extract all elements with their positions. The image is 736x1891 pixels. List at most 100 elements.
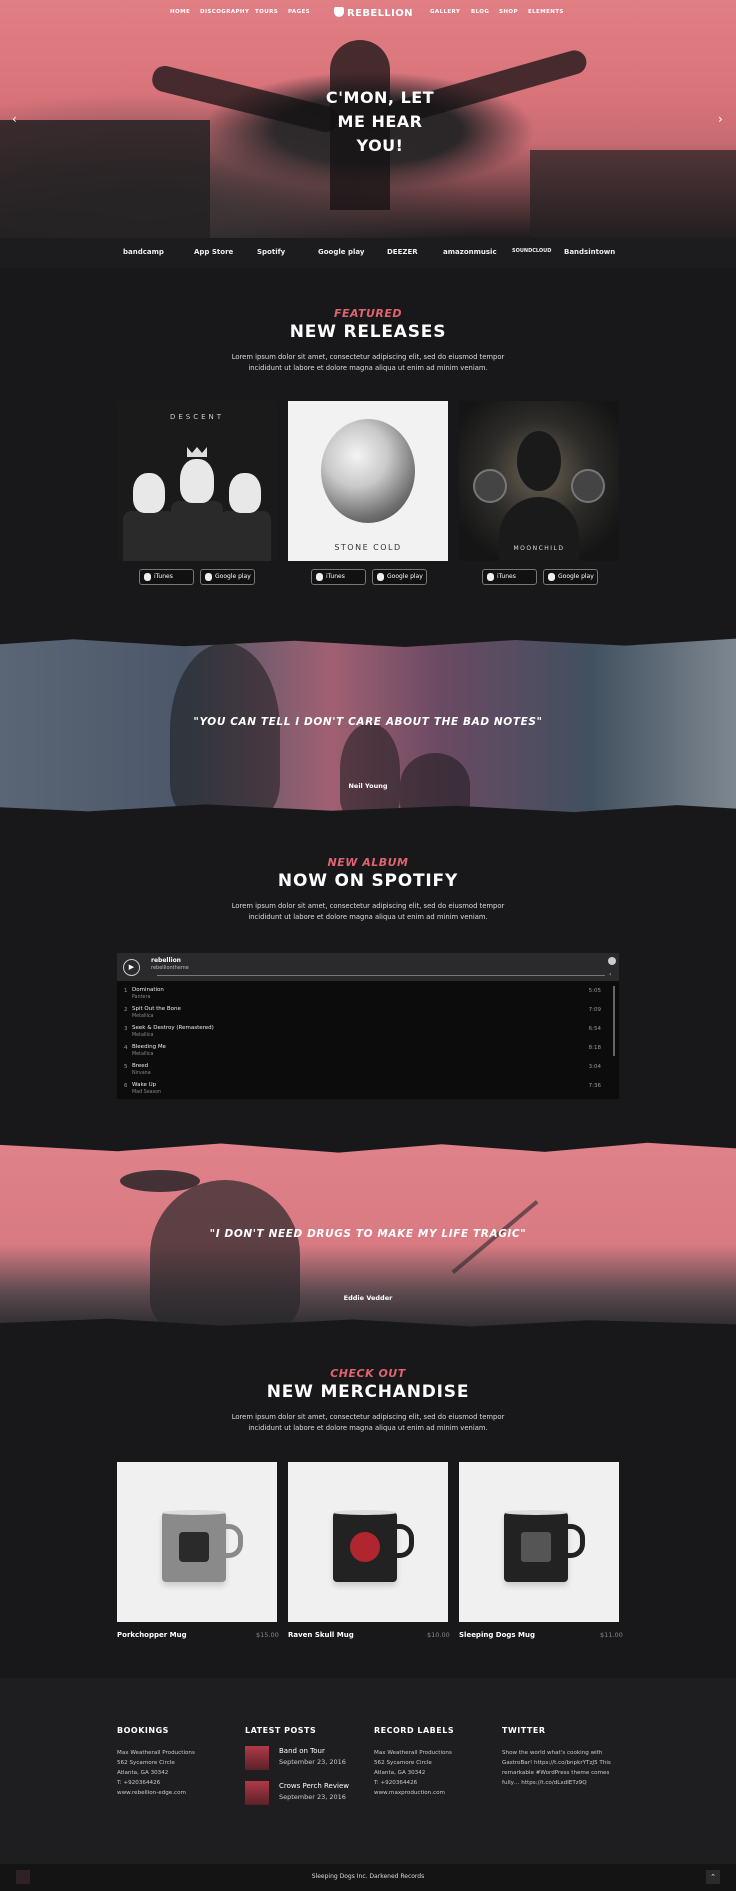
nav-blog[interactable]: BLOG	[471, 9, 489, 15]
tweet-line[interactable]: fully… https://t.co/dLxdlETz9Q	[502, 1778, 611, 1788]
itunes-button[interactable]: iTunes	[139, 569, 194, 585]
track-title: Breed	[132, 1063, 149, 1069]
itunes-button[interactable]: iTunes	[311, 569, 366, 585]
track-number: 1	[124, 988, 128, 994]
product-price: $10.00	[427, 1631, 450, 1639]
streaming-partners-bar: bandcamp App Store Spotify Google play D…	[0, 238, 736, 268]
hat-silhouette	[120, 1170, 200, 1192]
top-navigation: HOME DISCOGRAPHY TOURS PAGES REBELLION G…	[0, 6, 736, 20]
bandsintown-logo[interactable]: Bandsintown	[564, 248, 615, 256]
merch-description-line: incididunt ut labore et dolore magna ali…	[248, 1424, 488, 1432]
bandcamp-logo[interactable]: bandcamp	[123, 248, 164, 256]
back-to-top-icon[interactable]: ⌃	[706, 1870, 720, 1884]
footer-labels-text: Max Weatherall Productions 562 Sycamore …	[374, 1748, 452, 1798]
album-cover-descent[interactable]: DESCENT	[117, 401, 277, 561]
copyright-text: Sleeping Dogs Inc. Darkened Records	[311, 1873, 425, 1880]
post-date: September 23, 2016	[279, 1793, 346, 1801]
slider-next-arrow-icon[interactable]: ›	[718, 112, 723, 126]
product-price: $15.00	[256, 1631, 279, 1639]
play-icon[interactable]: ▶	[123, 959, 140, 976]
mug-handle	[221, 1524, 243, 1558]
itunes-label: iTunes	[326, 573, 345, 580]
crown-icon	[187, 447, 207, 457]
google-play-button[interactable]: Google play	[200, 569, 255, 585]
album-cover-stone-cold[interactable]: STONE COLD	[288, 401, 448, 561]
sphere-art	[321, 419, 415, 523]
track-title: Wake Up	[132, 1082, 157, 1088]
track-row[interactable]: 1 Domination Pantera 5:05	[117, 985, 611, 1005]
track-title: Domination	[132, 987, 164, 993]
nav-home[interactable]: HOME	[170, 9, 190, 15]
progress-bar[interactable]	[157, 975, 605, 976]
track-row[interactable]: 2 Spit Out the Bone Metallica 7:09	[117, 1004, 611, 1024]
post-date: September 23, 2016	[279, 1758, 346, 1766]
post-title[interactable]: Crows Perch Review	[279, 1782, 349, 1790]
amazon-music-logo[interactable]: amazonmusic	[443, 248, 497, 256]
album-cover-text: MOONCHILD	[513, 545, 565, 552]
google-play-label: Google play	[558, 573, 594, 580]
deezer-logo[interactable]: DEEZER	[387, 248, 418, 256]
portrait-head	[517, 431, 561, 491]
track-title: Spit Out the Bone	[132, 1006, 181, 1012]
share-icon[interactable]: ‹	[609, 971, 611, 978]
footer-link[interactable]: www.rebellion-edge.com	[117, 1788, 195, 1798]
footer-link[interactable]: www.maxproduction.com	[374, 1788, 452, 1798]
skull-art-icon	[229, 473, 261, 513]
hero-crowd-right	[530, 150, 736, 238]
google-play-button[interactable]: Google play	[543, 569, 598, 585]
site-logo[interactable]: REBELLION	[334, 7, 413, 19]
nav-shop[interactable]: SHOP	[499, 9, 518, 15]
itunes-label: iTunes	[497, 573, 516, 580]
slider-prev-arrow-icon[interactable]: ‹	[12, 112, 17, 126]
track-artist: Metallica	[132, 1052, 154, 1057]
merch-kicker: CHECK OUT	[330, 1367, 406, 1380]
product-image-raven-skull-mug[interactable]	[288, 1462, 448, 1622]
track-number: 3	[124, 1026, 128, 1032]
track-row[interactable]: 3 Seek & Destroy (Remastered) Metallica …	[117, 1023, 611, 1043]
quote-text: "I DON'T NEED DRUGS TO MAKE MY LIFE TRAG…	[209, 1228, 527, 1240]
track-row[interactable]: 5 Breed Nirvana 3:04	[117, 1061, 611, 1081]
product-name[interactable]: Porkchopper Mug	[117, 1631, 187, 1639]
google-play-label: Google play	[215, 573, 251, 580]
playlist-name: rebellion	[151, 957, 181, 964]
track-number: 6	[124, 1083, 128, 1089]
album-cover-moonchild[interactable]: MOONCHILD	[459, 401, 619, 561]
nav-pages[interactable]: PAGES	[288, 9, 310, 15]
google-play-button[interactable]: Google play	[372, 569, 427, 585]
spotify-icon[interactable]	[608, 957, 616, 965]
product-image-porkchopper-mug[interactable]	[117, 1462, 277, 1622]
nav-tours[interactable]: TOURS	[255, 9, 278, 15]
footer-line: Max Weatherall Productions	[374, 1750, 452, 1756]
nav-elements[interactable]: ELEMENTS	[528, 9, 564, 15]
post-thumbnail[interactable]	[245, 1781, 269, 1805]
mug-rim	[504, 1510, 568, 1515]
post-title[interactable]: Band on Tour	[279, 1747, 325, 1755]
spotify-title: NOW ON SPOTIFY	[277, 871, 459, 891]
product-name[interactable]: Raven Skull Mug	[288, 1631, 354, 1639]
post-thumbnail[interactable]	[245, 1746, 269, 1770]
site-footer: BOOKINGS Max Weatherall Productions 562 …	[0, 1678, 736, 1864]
tweet-line[interactable]: GastroBar! https://t.co/bnpkrYTzJ5 This	[502, 1758, 611, 1768]
mug-handle	[392, 1524, 414, 1558]
hero-title-line: ME HEAR	[337, 112, 423, 131]
tracklist-scrollbar[interactable]	[613, 986, 615, 1056]
product-name[interactable]: Sleeping Dogs Mug	[459, 1631, 535, 1639]
raven-skull-emblem-icon	[350, 1532, 380, 1562]
soundcloud-logo[interactable]: SOUNDCLOUD	[512, 248, 551, 254]
releases-description-line: incididunt ut labore et dolore magna ali…	[248, 364, 488, 372]
itunes-button[interactable]: iTunes	[482, 569, 537, 585]
guitarist-silhouette	[170, 643, 280, 817]
google-play-logo[interactable]: Google play	[318, 248, 364, 256]
nav-discography[interactable]: DISCOGRAPHY	[200, 9, 249, 15]
product-image-sleeping-dogs-mug[interactable]	[459, 1462, 619, 1622]
nav-gallery[interactable]: GALLERY	[430, 9, 460, 15]
app-store-logo[interactable]: App Store	[194, 248, 233, 256]
track-row[interactable]: 4 Bleeding Me Metallica 8:18	[117, 1042, 611, 1062]
album-art-figure	[219, 511, 271, 561]
singer-silhouette	[150, 1180, 300, 1330]
spotify-kicker: NEW ALBUM	[327, 856, 409, 869]
spotify-logo[interactable]: Spotify	[257, 248, 285, 256]
singer-silhouette	[340, 723, 400, 817]
google-play-label: Google play	[387, 573, 423, 580]
track-row[interactable]: 6 Wake Up Mad Season 7:36	[117, 1080, 611, 1100]
